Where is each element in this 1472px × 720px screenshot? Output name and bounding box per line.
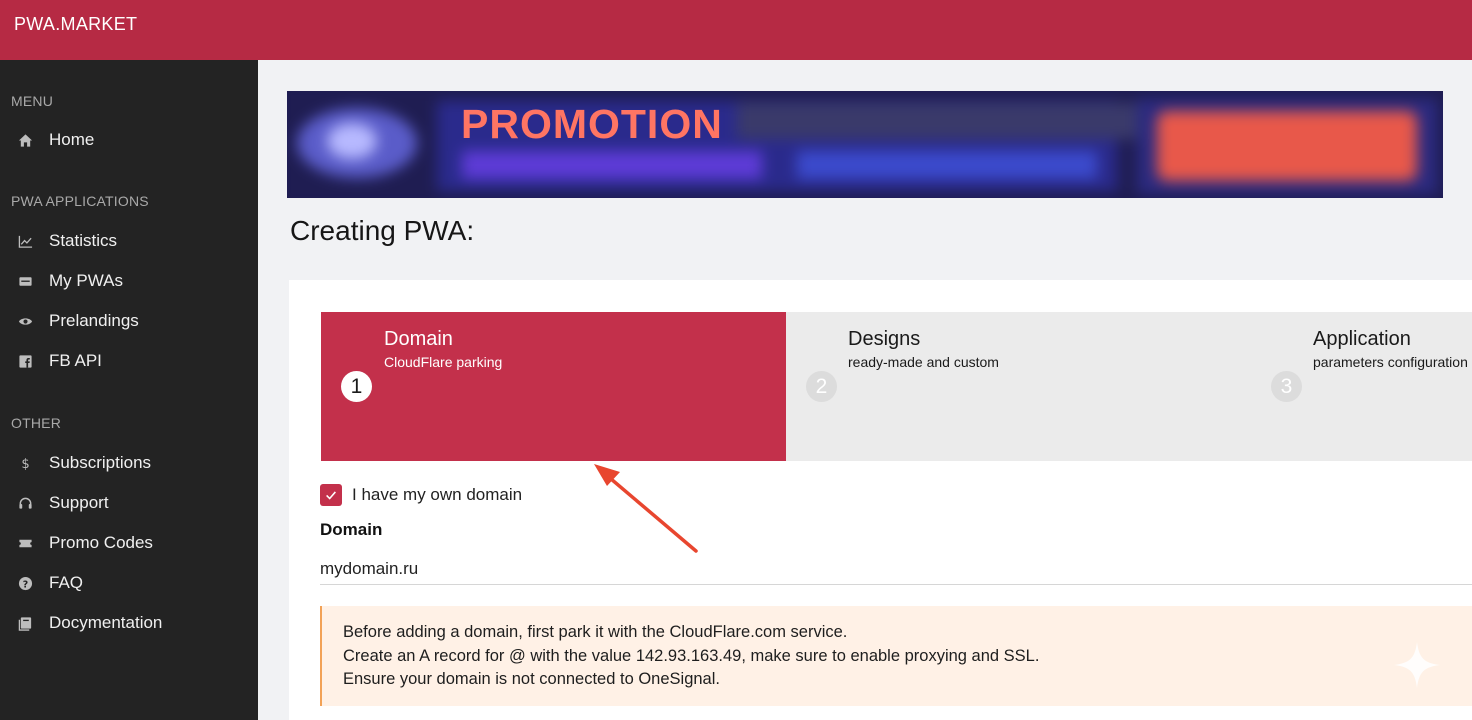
stepper: 1 Domain CloudFlare parking 2 Designs re…	[321, 312, 1472, 461]
sidebar-item-home[interactable]: Home	[0, 122, 258, 158]
sidebar-item-label: FAQ	[49, 573, 84, 592]
annotation-arrow-icon	[594, 464, 698, 553]
sidebar-item-label: Home	[49, 130, 95, 149]
step-application[interactable]: 3 Application parameters configuration	[1251, 312, 1472, 461]
step-title: Application	[1313, 328, 1411, 350]
facebook-icon	[17, 353, 33, 369]
sidebar-item-label: My PWAs	[49, 271, 123, 290]
sidebar-item-label: Docymentation	[49, 613, 163, 632]
sidebar-section-pwa-applications: PWA APPLICATIONS	[11, 193, 149, 209]
sidebar-section-menu: MENU	[11, 93, 54, 109]
sidebar-item-faq[interactable]: ? FAQ	[0, 565, 258, 601]
sidebar-item-statistics[interactable]: Statistics	[0, 223, 258, 259]
notice-line: Create an A record for @ with the value …	[343, 647, 1040, 665]
notice-line: Ensure your domain is not connected to O…	[343, 670, 720, 688]
top-bar: PWA.MARKET	[0, 0, 1472, 60]
step-designs[interactable]: 2 Designs ready-made and custom	[786, 312, 1251, 461]
sidebar-item-label: Prelandings	[49, 311, 139, 330]
step-number: 3	[1271, 371, 1302, 402]
sparkle-icon	[1394, 642, 1440, 688]
ticket-icon	[17, 535, 33, 551]
headset-icon	[17, 495, 33, 511]
domain-notice: Before adding a domain, first park it wi…	[320, 606, 1472, 706]
dollar-icon: $	[17, 455, 33, 471]
sidebar-item-label: Support	[49, 493, 109, 512]
sidebar-item-my-pwas[interactable]: My PWAs	[0, 263, 258, 299]
check-icon	[326, 491, 336, 500]
sidebar-item-promo-codes[interactable]: Promo Codes	[0, 525, 258, 561]
promotion-title: PROMOTION	[461, 101, 723, 147]
step-subtitle: CloudFlare parking	[384, 354, 503, 370]
step-subtitle: ready-made and custom	[848, 354, 999, 370]
domain-field-label: Domain	[320, 520, 383, 539]
step-title: Domain	[384, 328, 453, 350]
step-number: 2	[806, 371, 837, 402]
step-subtitle: parameters configuration	[1313, 354, 1468, 370]
promotion-banner[interactable]: PROMOTION	[287, 91, 1443, 198]
sidebar: MENU Home PWA APPLICATIONS Statistics My…	[0, 60, 258, 720]
sidebar-item-support[interactable]: Support	[0, 485, 258, 521]
sidebar-item-label: Subscriptions	[49, 453, 152, 472]
step-domain[interactable]: 1 Domain CloudFlare parking	[321, 312, 786, 461]
sidebar-item-subscriptions[interactable]: $ Subscriptions	[0, 445, 258, 481]
sidebar-item-label: FB API	[49, 351, 102, 370]
chart-line-icon	[17, 233, 33, 249]
question-icon: ?	[17, 575, 33, 591]
sidebar-item-label: Statistics	[49, 231, 118, 250]
brand-logo[interactable]: PWA.MARKET	[14, 14, 137, 35]
svg-text:$: $	[21, 457, 29, 471]
eye-icon	[17, 313, 33, 329]
sidebar-item-prelandings[interactable]: Prelandings	[0, 303, 258, 339]
own-domain-checkbox[interactable]	[320, 484, 342, 506]
svg-text:?: ?	[22, 579, 27, 590]
step-number: 1	[341, 371, 372, 402]
step-title: Designs	[848, 328, 921, 350]
card-icon	[17, 273, 33, 289]
page-title: Creating PWA:	[290, 215, 475, 246]
home-icon	[17, 132, 33, 148]
sidebar-item-fb-api[interactable]: FB API	[0, 343, 258, 379]
sidebar-item-label: Promo Codes	[49, 533, 153, 552]
notice-line: Before adding a domain, first park it wi…	[343, 623, 848, 641]
own-domain-label[interactable]: I have my own domain	[352, 485, 522, 505]
sidebar-item-documentation[interactable]: Docymentation	[0, 605, 258, 641]
sidebar-section-other: OTHER	[11, 415, 61, 431]
domain-input[interactable]	[320, 553, 1472, 585]
book-icon	[17, 615, 33, 631]
